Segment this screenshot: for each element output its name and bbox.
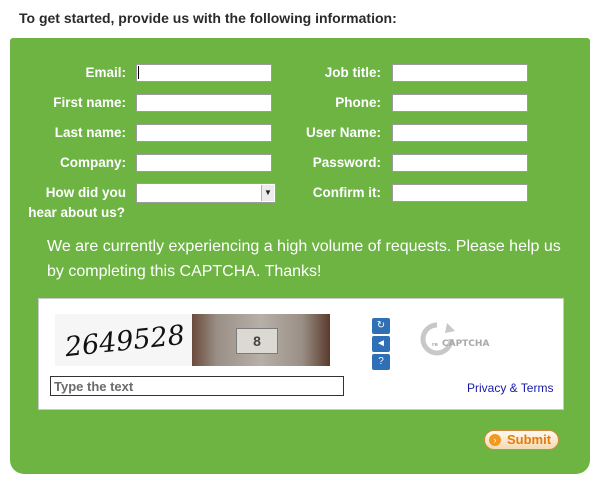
hear-about-label-line1: How did you — [45, 185, 126, 200]
recaptcha-logo-text: CAPTCHA — [442, 339, 489, 349]
captcha-photo: 8 — [192, 314, 330, 366]
refresh-icon[interactable]: ↻ — [372, 318, 390, 334]
captcha-word-image: 2649528 — [62, 320, 186, 364]
hear-about-label-line2: hear about us? — [28, 205, 125, 220]
email-label: Email: — [85, 65, 126, 80]
captcha-response-input[interactable] — [50, 376, 344, 396]
last-name-label: Last name: — [54, 125, 126, 140]
recaptcha-logo: re CAPTCHA — [420, 322, 489, 356]
job-title-field[interactable] — [392, 64, 528, 82]
privacy-terms-link[interactable]: Privacy & Terms — [467, 381, 553, 395]
confirm-password-label: Confirm it: — [312, 185, 381, 200]
confirm-password-field[interactable] — [392, 184, 528, 202]
submit-button[interactable]: › Submit — [484, 430, 559, 450]
phone-label: Phone: — [335, 95, 381, 110]
hear-about-label: How did you hear about us? — [10, 184, 126, 220]
user-name-label: User Name: — [305, 125, 381, 140]
signup-panel: Email: First name: Last name: Company: H… — [10, 38, 590, 474]
help-icon[interactable]: ? — [372, 354, 390, 370]
house-number-plate: 8 — [236, 328, 278, 354]
recaptcha-logo-prefix: re — [432, 342, 438, 348]
captcha-word: 2649528 — [62, 320, 186, 364]
captcha-notice: We are currently experiencing a high vol… — [47, 238, 561, 280]
recaptcha-widget: 2649528 8 ↻ ◄ ? re CAPTCHA Privacy & Ter… — [38, 298, 564, 410]
submit-label: Submit — [507, 432, 552, 447]
audio-icon[interactable]: ◄ — [372, 336, 390, 352]
first-name-label: First name: — [53, 95, 126, 110]
captcha-image: 2649528 8 — [55, 314, 330, 366]
password-label: Password: — [312, 155, 381, 170]
text-caret — [138, 66, 139, 79]
recaptcha-arrow-head — [445, 323, 455, 333]
company-label: Company: — [59, 155, 126, 170]
intro-heading: To get started, provide us with the foll… — [19, 10, 397, 26]
job-title-label: Job title: — [324, 65, 381, 80]
user-name-field[interactable] — [392, 124, 528, 142]
arrow-right-icon: › — [489, 434, 501, 446]
password-field[interactable] — [392, 154, 528, 172]
phone-field[interactable] — [392, 94, 528, 112]
